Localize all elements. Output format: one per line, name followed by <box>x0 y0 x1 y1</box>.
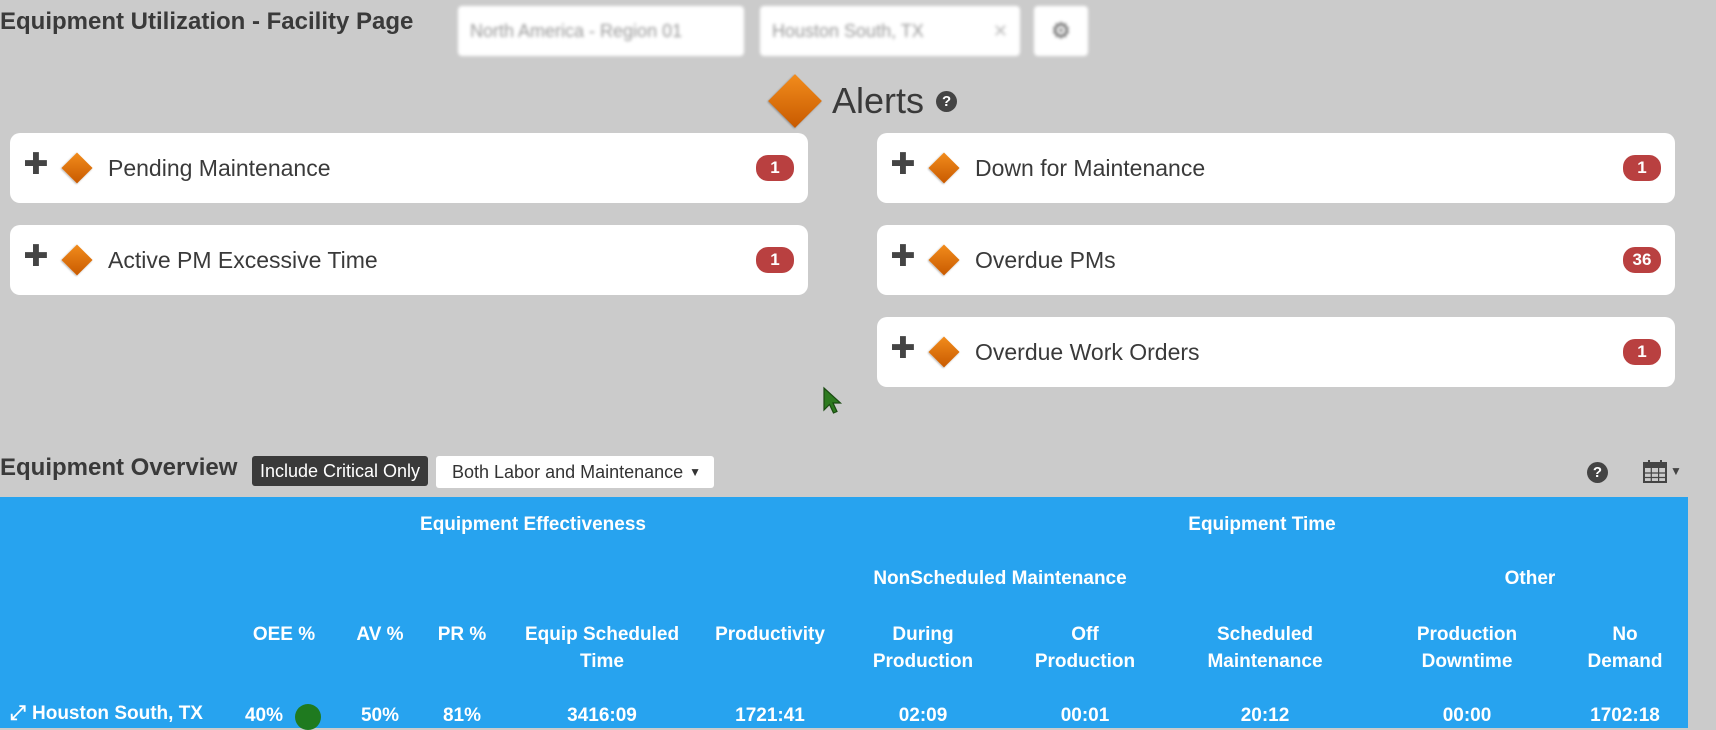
alert-diamond-icon <box>928 336 960 368</box>
column-header-label: No <box>1612 624 1638 645</box>
calendar-dropdown-button[interactable]: ▼ <box>1642 458 1682 484</box>
alert-card-overdue-work-orders[interactable]: ✚ Overdue Work Orders 1 <box>877 317 1675 387</box>
column-header-label: Production <box>872 651 974 672</box>
overview-help-icon[interactable]: ? <box>1587 462 1608 483</box>
column-header-label: Time <box>579 651 624 672</box>
region-select[interactable]: North America - Region 01 <box>458 6 744 56</box>
alert-count-badge: 1 <box>1623 155 1661 181</box>
alert-diamond-icon <box>61 152 93 184</box>
cell-pr: 81% <box>442 705 482 726</box>
table-row-facility-link[interactable]: ⤢ Houston South, TX <box>10 702 203 725</box>
include-critical-only-button[interactable]: Include Critical Only <box>252 456 429 486</box>
alert-card-label: Down for Maintenance <box>975 154 1206 181</box>
page-title: Equipment Utilization - Facility Page <box>0 8 414 35</box>
column-header-during-production[interactable]: During Production <box>858 621 988 675</box>
facility-name: Houston South, TX <box>32 702 203 724</box>
column-header-label: AV % <box>356 624 404 645</box>
column-header-label: Demand <box>1587 651 1663 672</box>
cell-off-production: 00:01 <box>1060 705 1110 726</box>
group-header-equipment-effectiveness: Equipment Effectiveness <box>420 514 646 535</box>
alert-count-badge: 1 <box>756 155 794 181</box>
expand-plus-icon[interactable]: ✚ <box>889 334 917 364</box>
group-header-nonscheduled-maintenance: NonScheduled Maintenance <box>873 568 1127 589</box>
alert-count-badge: 36 <box>1623 247 1661 273</box>
column-header-no-demand[interactable]: No Demand <box>1575 621 1675 675</box>
column-header-pr[interactable]: PR % <box>422 621 502 648</box>
cell-av: 50% <box>360 705 400 726</box>
column-header-label: Downtime <box>1421 651 1513 672</box>
alert-diamond-icon <box>928 244 960 276</box>
alert-count-badge: 1 <box>756 247 794 273</box>
settings-button[interactable]: ⚙ <box>1034 6 1088 56</box>
column-header-off-production[interactable]: Off Production <box>1020 621 1150 675</box>
column-header-label: Production <box>1416 624 1518 645</box>
expand-plus-icon[interactable]: ✚ <box>889 150 917 180</box>
cell-productivity: 1721:41 <box>735 705 805 726</box>
expand-plus-icon[interactable]: ✚ <box>22 242 50 272</box>
facility-select-value: Houston South, TX <box>772 20 924 41</box>
cell-equip-scheduled-time: 3416:09 <box>567 705 637 726</box>
column-header-scheduled-maintenance[interactable]: Scheduled Maintenance <box>1190 621 1340 675</box>
column-header-equip-scheduled-time[interactable]: Equip Scheduled Time <box>510 621 694 675</box>
column-header-label: OEE % <box>252 624 316 645</box>
group-header-equipment-time: Equipment Time <box>1188 514 1336 535</box>
column-header-label: Equip Scheduled <box>524 624 680 645</box>
status-indicator-icon <box>295 704 321 730</box>
group-header-other: Other <box>1504 568 1556 589</box>
alert-card-overdue-pms[interactable]: ✚ Overdue PMs 36 <box>877 225 1675 295</box>
alerts-header: Alerts ? <box>766 72 958 130</box>
cell-oee: 40% <box>244 705 284 726</box>
equipment-overview-title: Equipment Overview <box>0 454 238 481</box>
alert-card-label: Pending Maintenance <box>108 154 331 181</box>
mouse-cursor-icon <box>823 386 843 414</box>
column-header-label: Production <box>1034 651 1136 672</box>
chevron-down-icon: ▼ <box>1670 464 1682 478</box>
region-select-value: North America - Region 01 <box>470 20 683 41</box>
alert-card-label: Active PM Excessive Time <box>108 246 378 273</box>
column-header-av[interactable]: AV % <box>340 621 420 648</box>
labor-maintenance-dropdown[interactable]: Both Labor and Maintenance ▼ <box>436 456 714 488</box>
alert-card-pending-maintenance[interactable]: ✚ Pending Maintenance 1 <box>10 133 808 203</box>
alert-diamond-icon <box>61 244 93 276</box>
cell-during-production: 02:09 <box>898 705 948 726</box>
alert-card-active-pm-excessive-time[interactable]: ✚ Active PM Excessive Time 1 <box>10 225 808 295</box>
equipment-overview-table: Equipment Effectiveness Equipment Time N… <box>0 497 1688 730</box>
labor-maintenance-dropdown-value: Both Labor and Maintenance <box>452 461 684 482</box>
column-header-oee[interactable]: OEE % <box>234 621 334 648</box>
column-header-label: During <box>892 624 954 645</box>
alert-diamond-icon <box>928 152 960 184</box>
facility-select[interactable]: Houston South, TX ✕ <box>760 6 1020 56</box>
column-header-label: Productivity <box>715 624 825 645</box>
alert-count-badge: 1 <box>1623 339 1661 365</box>
calendar-icon <box>1643 460 1667 483</box>
column-header-label: PR % <box>437 624 487 645</box>
column-header-production-downtime[interactable]: Production Downtime <box>1392 621 1542 675</box>
column-header-label: Off <box>1071 624 1099 645</box>
column-header-productivity[interactable]: Productivity <box>700 621 840 648</box>
cell-production-downtime: 00:00 <box>1442 705 1492 726</box>
clear-icon: ✕ <box>992 20 1008 41</box>
alerts-title: Alerts <box>832 80 925 121</box>
alert-card-label: Overdue Work Orders <box>975 338 1200 365</box>
alerts-help-icon[interactable]: ? <box>936 90 958 112</box>
column-header-label: Maintenance <box>1207 651 1323 672</box>
alert-diamond-icon <box>768 74 822 128</box>
gear-icon: ⚙ <box>1051 18 1071 43</box>
cell-no-demand: 1702:18 <box>1590 705 1660 726</box>
expand-arrows-icon: ⤢ <box>10 702 26 724</box>
cell-scheduled-maintenance: 20:12 <box>1240 705 1290 726</box>
alert-card-down-for-maintenance[interactable]: ✚ Down for Maintenance 1 <box>877 133 1675 203</box>
alert-card-label: Overdue PMs <box>975 246 1116 273</box>
chevron-down-icon: ▼ <box>689 465 702 479</box>
expand-plus-icon[interactable]: ✚ <box>889 242 917 272</box>
expand-plus-icon[interactable]: ✚ <box>22 150 50 180</box>
column-header-label: Scheduled <box>1216 624 1314 645</box>
